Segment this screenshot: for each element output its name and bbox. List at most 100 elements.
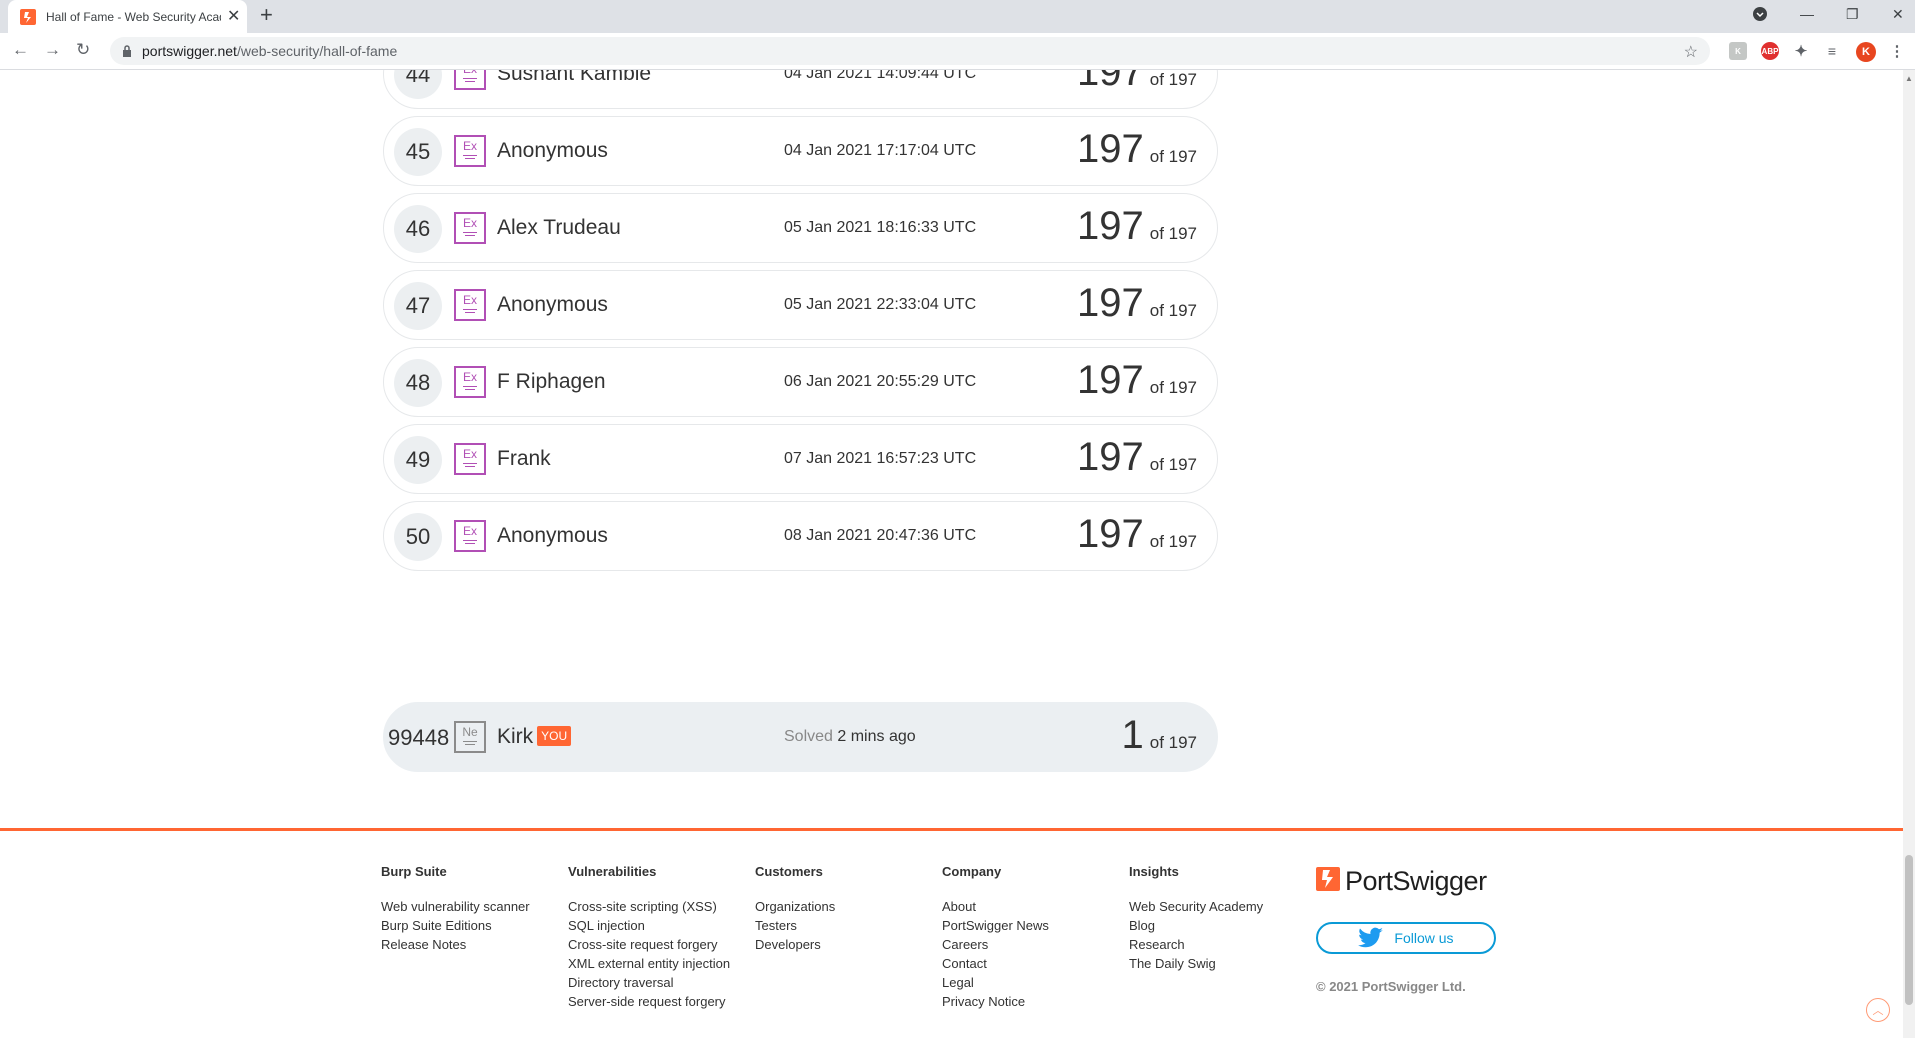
rank-number: 49: [394, 436, 442, 484]
footer-link[interactable]: SQL injection: [568, 916, 730, 935]
scroll-up-arrow-icon[interactable]: ▲: [1905, 74, 1913, 83]
footer-divider: [0, 828, 1903, 831]
back-to-top-icon[interactable]: ︿: [1866, 998, 1890, 1022]
expert-badge-icon: Ex: [454, 366, 486, 398]
address-bar[interactable]: portswigger.net/web-security/hall-of-fam…: [110, 37, 1710, 65]
close-window-icon[interactable]: ✕: [1892, 6, 1904, 23]
score-value: 197: [1076, 435, 1144, 479]
expert-badge-icon: Ex: [454, 289, 486, 321]
footer-link[interactable]: XML external entity injection: [568, 954, 730, 973]
footer-link[interactable]: About: [942, 897, 1049, 916]
footer-link[interactable]: Blog: [1129, 916, 1263, 935]
player-name: F Riphagen: [497, 370, 606, 393]
newbie-badge-icon: Ne: [454, 721, 486, 753]
footer-link[interactable]: PortSwigger News: [942, 916, 1049, 935]
rank-number: 46: [394, 205, 442, 253]
score-total: of 197: [1149, 455, 1197, 474]
portswigger-favicon-icon: [20, 8, 36, 25]
back-arrow-icon[interactable]: ←: [12, 41, 29, 58]
current-user-row: 99448 Ne Kirk YOU Solved 2 mins ago 1 of 197: [383, 702, 1218, 772]
leaderboard-row: 48 Ex F Riphagen 06 Jan 2021 20:55:29 UTC 19…: [383, 347, 1218, 417]
scroll-thumb[interactable]: [1905, 855, 1913, 1005]
footer-link[interactable]: The Daily Swig: [1129, 954, 1263, 973]
follow-us-button[interactable]: Follow us: [1316, 922, 1496, 954]
score-total: of 197: [1149, 147, 1197, 166]
footer-link[interactable]: Directory traversal: [568, 973, 730, 992]
close-tab-icon[interactable]: ✕: [227, 8, 240, 25]
reload-icon[interactable]: ↻: [76, 41, 90, 58]
completion-date: 06 Jan 2021 20:55:29 UTC: [784, 373, 977, 390]
badge-label: Ex: [462, 216, 477, 230]
leaderboard-row: 49 Ex Frank 07 Jan 2021 16:57:23 UTC 197 of 1…: [383, 424, 1218, 494]
badge-label: Ex: [462, 139, 477, 153]
score: 197 of 197: [1077, 512, 1197, 557]
footer-link[interactable]: Server-side request forgery: [568, 992, 730, 1011]
expert-badge-icon: Ex: [454, 520, 486, 552]
score-total: of 197: [1149, 378, 1197, 397]
footer-col-company: Company About PortSwigger News Careers C…: [942, 864, 1049, 1011]
score-value: 197: [1076, 512, 1144, 556]
completion-date: 07 Jan 2021 16:57:23 UTC: [784, 450, 977, 467]
badge-label: Ex: [462, 293, 477, 307]
footer-link[interactable]: Cross-site request forgery: [568, 935, 730, 954]
profile-avatar[interactable]: K: [1856, 42, 1876, 62]
footer-link[interactable]: Research: [1129, 935, 1263, 954]
menu-kebab-icon[interactable]: ⋮: [1888, 42, 1906, 60]
reading-list-icon[interactable]: ≡: [1823, 42, 1841, 60]
footer-link[interactable]: Legal: [942, 973, 1049, 992]
restore-icon[interactable]: ❐: [1846, 6, 1859, 23]
rank-number: 45: [394, 128, 442, 176]
extension-k-icon[interactable]: K: [1729, 42, 1747, 60]
completion-date: 04 Jan 2021 14:09:44 UTC: [784, 70, 977, 82]
footer-heading: Vulnerabilities: [568, 864, 657, 879]
footer-link[interactable]: Web Security Academy: [1129, 897, 1263, 916]
player-name: Alex Trudeau: [497, 216, 621, 239]
badge-label: Ne: [462, 725, 478, 739]
extensions-puzzle-icon[interactable]: ✦: [1792, 42, 1810, 60]
adblock-plus-icon[interactable]: ABP: [1761, 42, 1779, 60]
player-name: Sushant Kamble: [497, 70, 652, 85]
score: 197 of 197: [1077, 70, 1197, 95]
footer-heading: Burp Suite: [381, 864, 447, 879]
footer-link[interactable]: Organizations: [755, 897, 835, 916]
footer-link[interactable]: Testers: [755, 916, 835, 935]
leaderboard-row: 46 Ex Alex Trudeau 05 Jan 2021 18:16:33 UTC…: [383, 193, 1218, 263]
tab-search-icon[interactable]: [1752, 6, 1768, 25]
rank-number: 47: [394, 282, 442, 330]
minimize-icon[interactable]: —: [1800, 6, 1814, 22]
badge-label: Ex: [463, 70, 477, 76]
solved-time: 2 mins ago: [837, 728, 916, 745]
footer-link[interactable]: Contact: [942, 954, 1049, 973]
score-value: 197: [1076, 358, 1144, 402]
tab-title: Hall of Fame - Web Security Academy: [46, 9, 221, 24]
follow-us-label: Follow us: [1394, 930, 1454, 946]
score-total: of 197: [1149, 301, 1197, 320]
portswigger-logo[interactable]: PortSwigger: [1316, 866, 1487, 897]
footer-link[interactable]: Cross-site scripting (XSS): [568, 897, 730, 916]
player-name: Frank: [497, 447, 551, 470]
footer-link[interactable]: Release Notes: [381, 935, 530, 954]
footer-link[interactable]: Privacy Notice: [942, 992, 1049, 1011]
score-total: of 197: [1149, 532, 1197, 551]
url-text: portswigger.net/web-security/hall-of-fam…: [142, 43, 398, 59]
player-name: Anonymous: [497, 139, 608, 162]
page-scrollbar[interactable]: ▲: [1903, 70, 1915, 1038]
score-total: of 197: [1149, 70, 1197, 89]
footer-link[interactable]: Web vulnerability scanner: [381, 897, 530, 916]
you-badge: YOU: [537, 726, 572, 746]
new-tab-button[interactable]: +: [260, 4, 273, 26]
forward-arrow-icon[interactable]: →: [44, 41, 61, 58]
leaderboard-row: 50 Ex Anonymous 08 Jan 2021 20:47:36 UTC 197…: [383, 501, 1218, 571]
footer-link[interactable]: Developers: [755, 935, 835, 954]
score-value: 197: [1076, 281, 1144, 325]
footer-link[interactable]: Careers: [942, 935, 1049, 954]
footer-link[interactable]: Burp Suite Editions: [381, 916, 530, 935]
leaderboard-row: 44 Ex Sushant Kamble 04 Jan 2021 14:09:44 U…: [383, 70, 1218, 109]
player-name: Anonymous: [497, 524, 608, 547]
bookmark-star-icon[interactable]: ☆: [1684, 42, 1698, 62]
logo-text: PortSwigger: [1345, 866, 1487, 896]
rank-number: 44: [394, 70, 442, 99]
completion-date: 04 Jan 2021 17:17:04 UTC: [784, 142, 977, 159]
browser-tab[interactable]: Hall of Fame - Web Security Academy ✕: [8, 0, 247, 33]
score-value: 197: [1076, 70, 1144, 94]
